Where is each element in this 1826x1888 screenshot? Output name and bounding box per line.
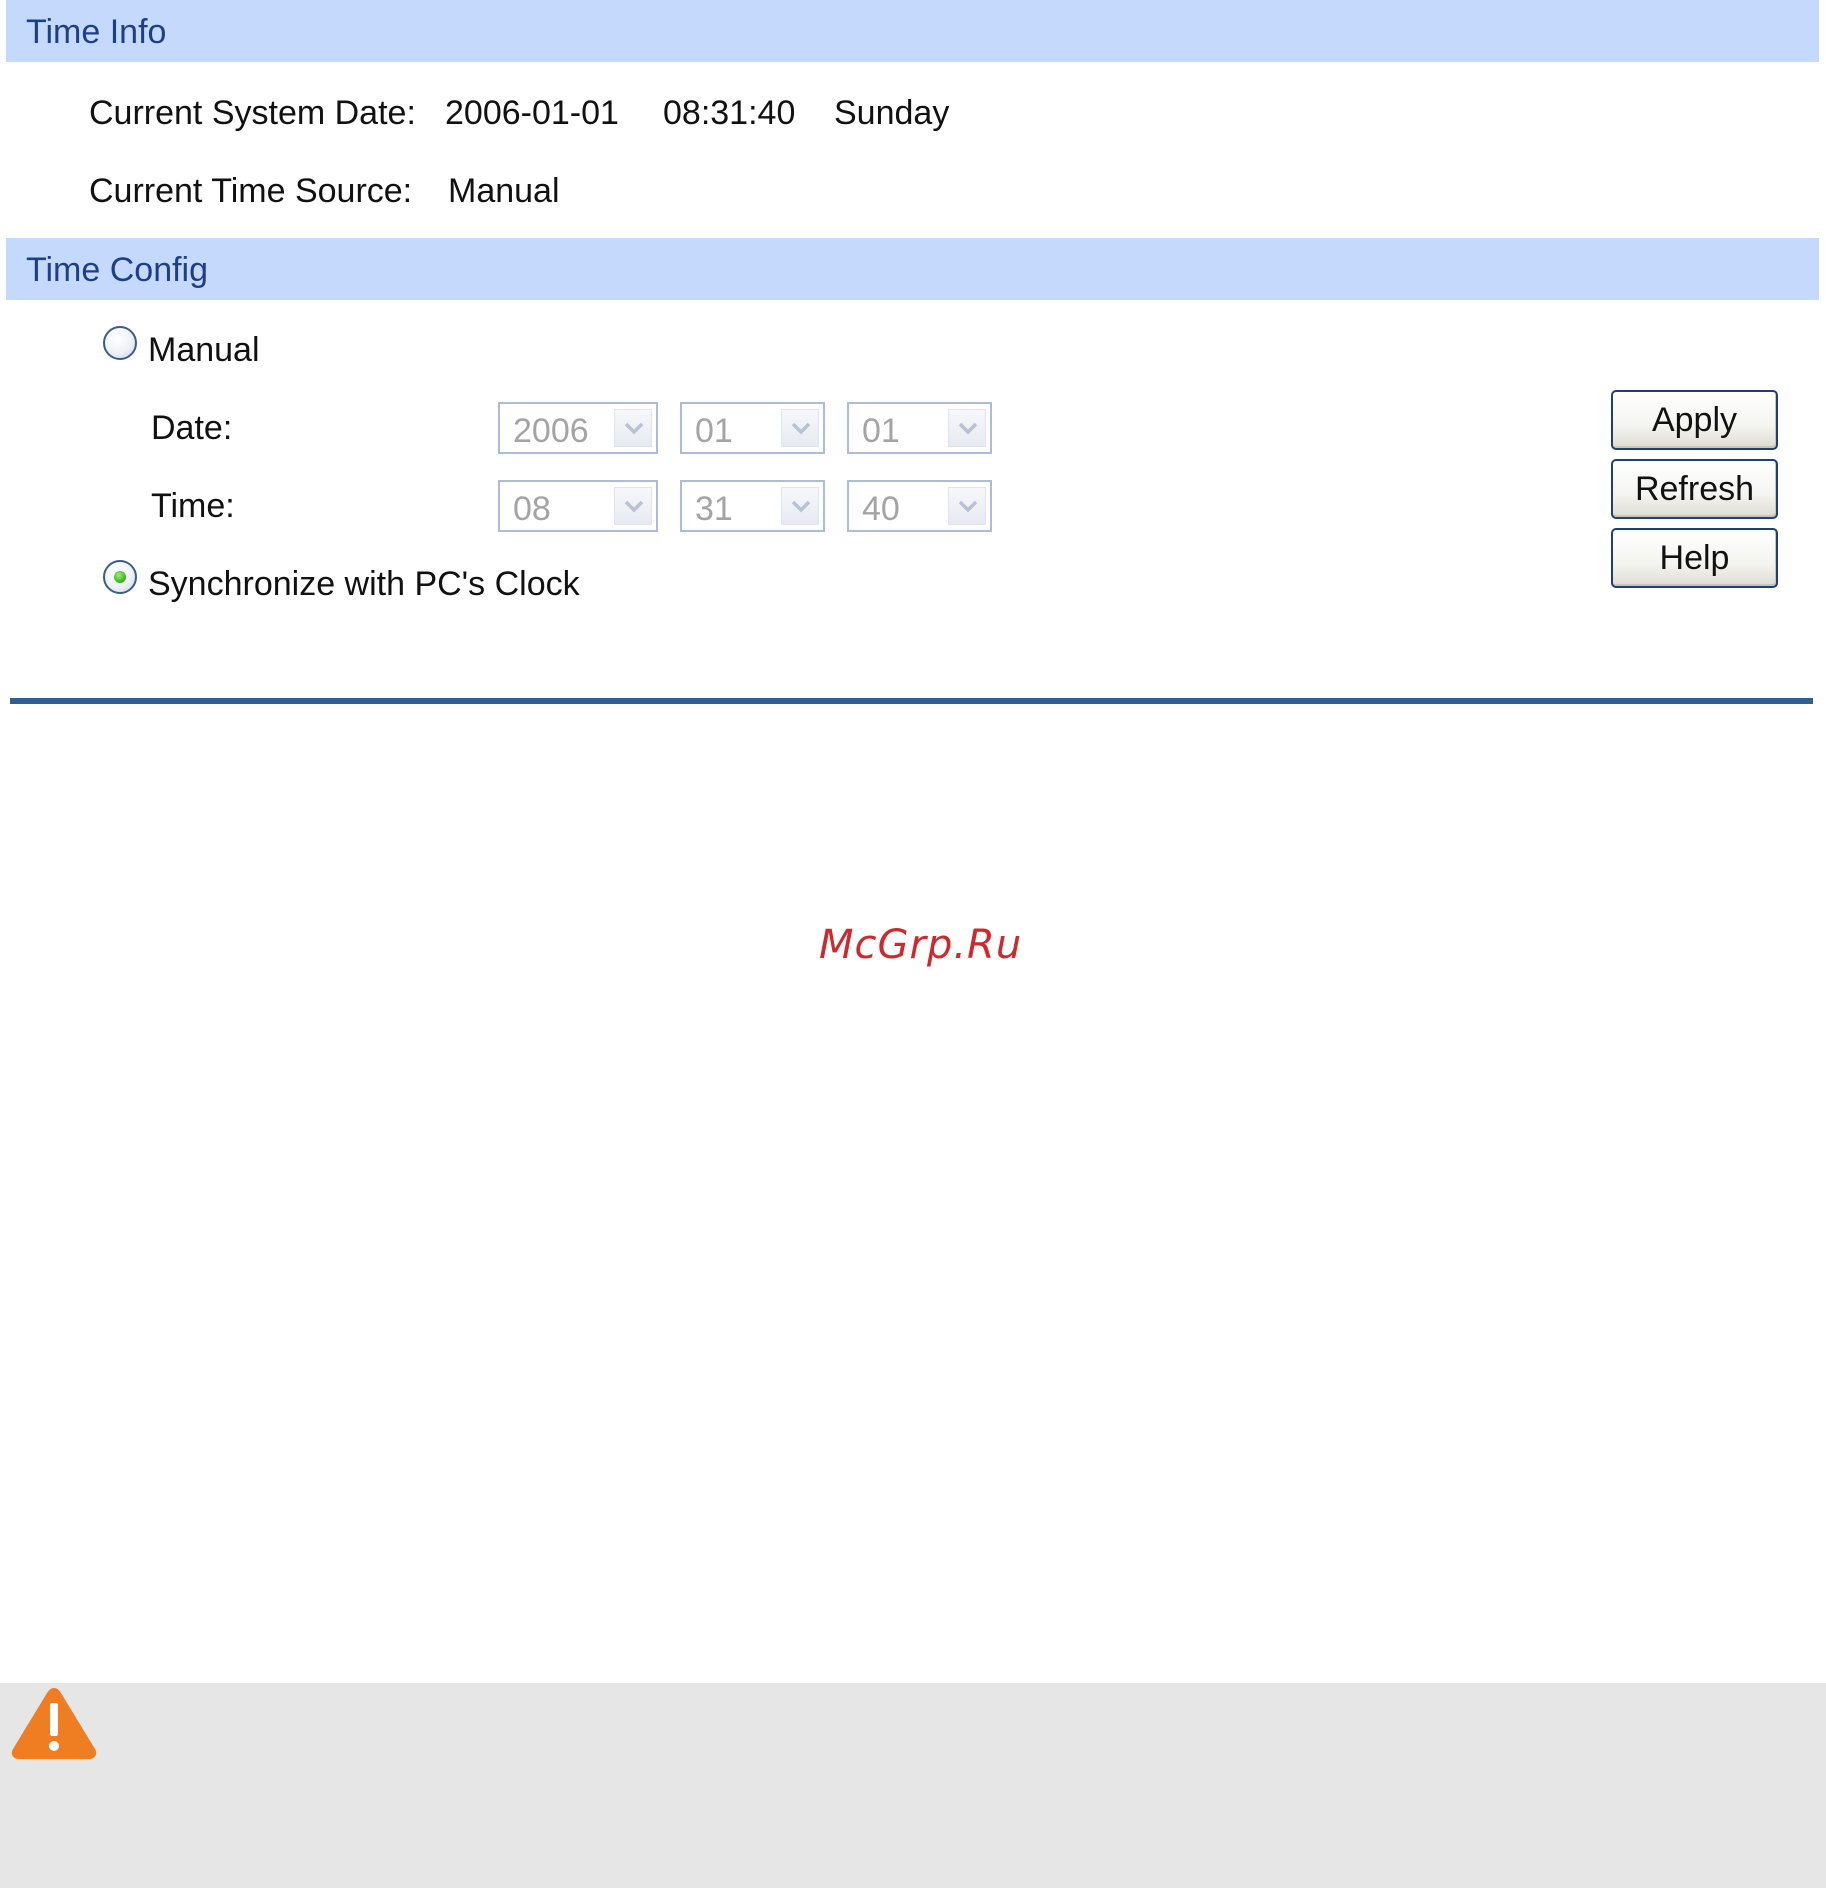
time-label: Time: [151, 487, 235, 525]
time-info-title: Time Info [26, 13, 167, 51]
second-select[interactable]: 40 [847, 480, 992, 532]
minute-select[interactable]: 31 [680, 480, 825, 532]
apply-button[interactable]: Apply [1611, 390, 1778, 450]
time-config-header: Time Config [6, 238, 1819, 300]
month-select-value: 01 [695, 412, 733, 450]
watermark-text: McGrp.Ru [819, 922, 1023, 968]
system-time-value: 08:31:40 [663, 94, 796, 132]
section-divider [10, 698, 1813, 704]
system-date-label: Current System Date: [89, 94, 416, 132]
day-select[interactable]: 01 [847, 402, 992, 454]
system-day-value: Sunday [834, 94, 950, 132]
second-select-value: 40 [862, 490, 900, 528]
radio-selected-dot [114, 571, 126, 583]
chevron-down-icon [948, 409, 986, 447]
note-panel [0, 1683, 1826, 1888]
time-source-value: Manual [448, 172, 560, 210]
time-info-header: Time Info [6, 0, 1819, 62]
minute-select-value: 31 [695, 490, 733, 528]
chevron-down-icon [614, 409, 652, 447]
system-date-value: 2006-01-01 [445, 94, 619, 132]
refresh-button[interactable]: Refresh [1611, 459, 1778, 519]
chevron-down-icon [948, 487, 986, 525]
chevron-down-icon [614, 487, 652, 525]
chevron-down-icon [781, 487, 819, 525]
manual-label: Manual [148, 331, 260, 369]
chevron-down-icon [781, 409, 819, 447]
manual-radio[interactable] [103, 326, 137, 360]
warning-icon [11, 1688, 97, 1759]
hour-select[interactable]: 08 [498, 480, 658, 532]
help-button[interactable]: Help [1611, 528, 1778, 588]
month-select[interactable]: 01 [680, 402, 825, 454]
sync-pc-clock-radio[interactable] [103, 560, 137, 594]
year-select[interactable]: 2006 [498, 402, 658, 454]
year-select-value: 2006 [513, 412, 589, 450]
time-config-title: Time Config [26, 251, 209, 289]
hour-select-value: 08 [513, 490, 551, 528]
day-select-value: 01 [862, 412, 900, 450]
date-label: Date: [151, 409, 233, 447]
sync-pc-clock-label: Synchronize with PC's Clock [148, 565, 580, 603]
time-source-label: Current Time Source: [89, 172, 413, 210]
